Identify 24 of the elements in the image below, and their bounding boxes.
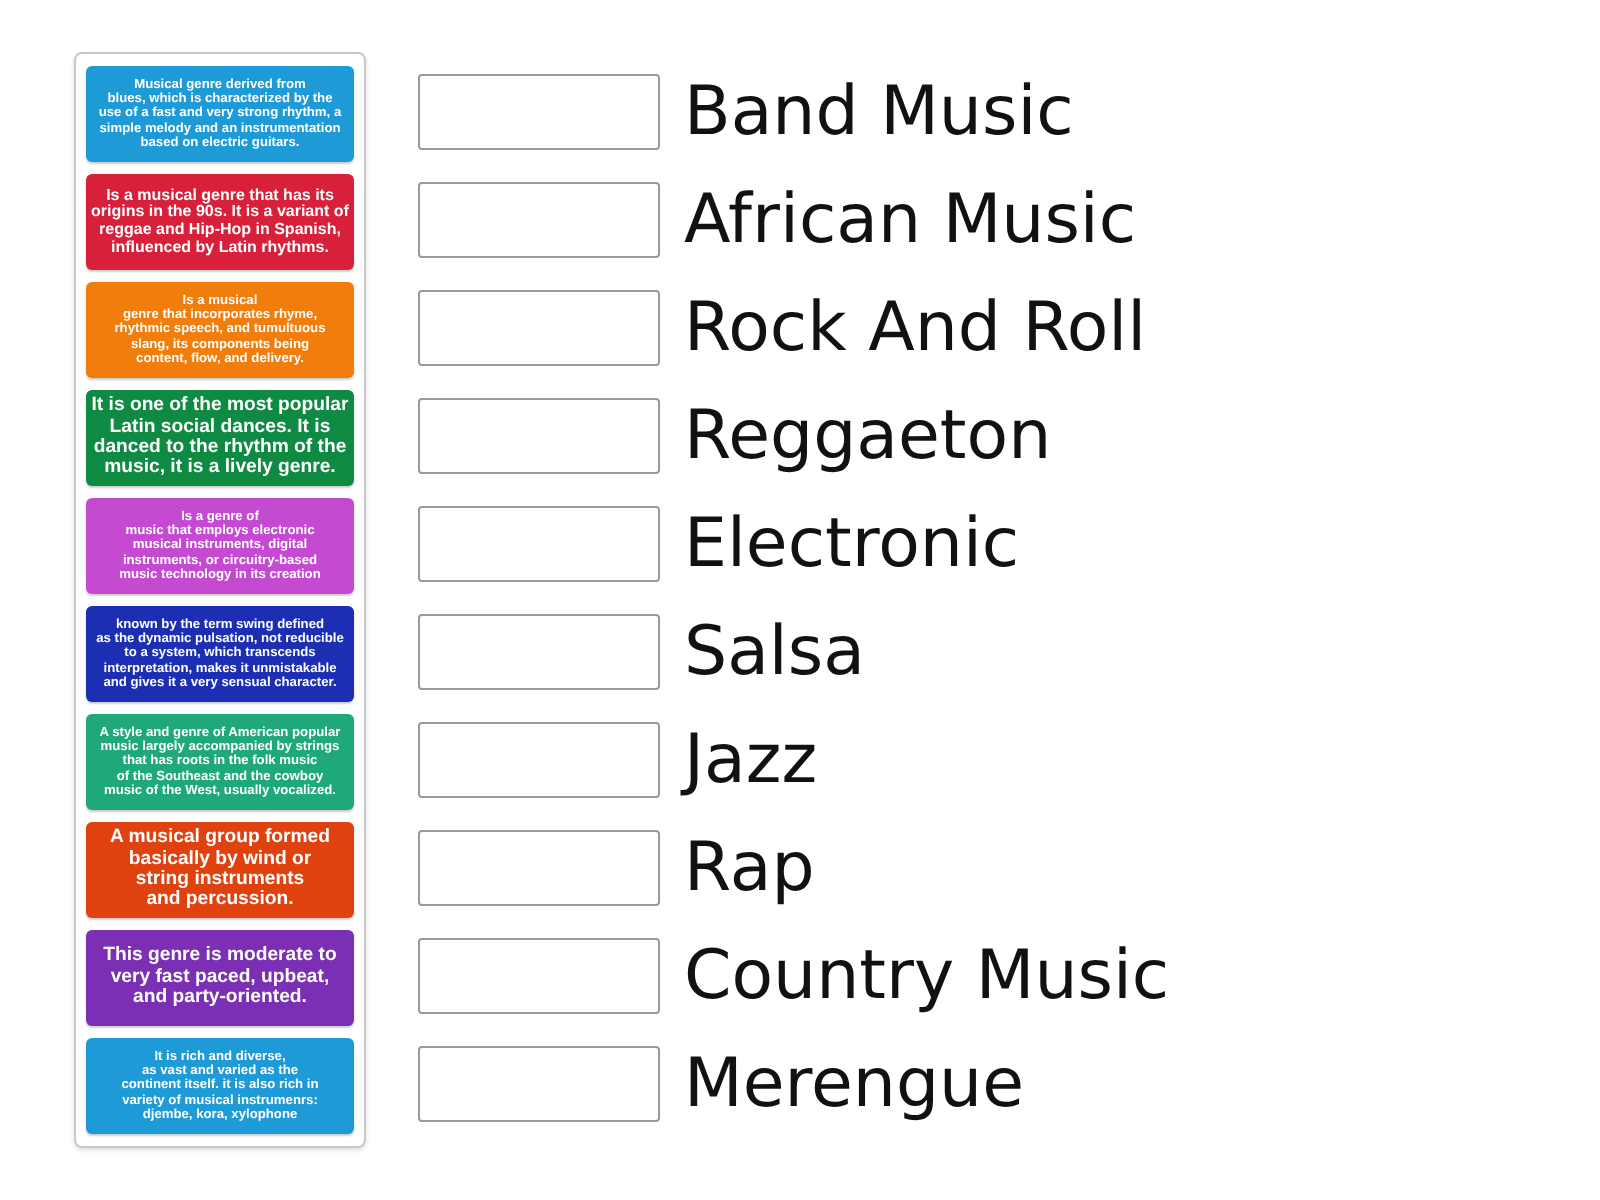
drop-box[interactable] <box>418 506 660 582</box>
answer-label: Band Music <box>684 72 1074 152</box>
answer-label: Reggaeton <box>684 396 1052 476</box>
answer-label: Jazz <box>684 720 818 800</box>
answer-label: Electronic <box>684 504 1020 584</box>
drop-box[interactable] <box>418 722 660 798</box>
clue-card[interactable]: This genre is moderate to very fast paced, upbeat, and party-oriented. <box>86 930 354 1026</box>
drop-box[interactable] <box>418 938 660 1014</box>
drop-box[interactable] <box>418 182 660 258</box>
answer-label: Rock And Roll <box>684 288 1147 368</box>
clue-card[interactable]: Is a musical genre that has its origins in the 90s. It is a variant of reggae and Hip-Hop in Spanish, influenced by Latin rhythms. <box>86 174 354 270</box>
drop-box[interactable] <box>418 398 660 474</box>
drop-box[interactable] <box>418 74 660 150</box>
drop-box[interactable] <box>418 830 660 906</box>
answer-label: Merengue <box>684 1044 1024 1124</box>
answer-label: Salsa <box>684 612 865 692</box>
drop-box[interactable] <box>418 290 660 366</box>
clue-card[interactable]: It is one of the most popular Latin social dances. It is danced to the rhythm of the music, it is a lively genre. <box>86 390 354 486</box>
answer-label: Country Music <box>684 936 1170 1016</box>
drop-box[interactable] <box>418 1046 660 1122</box>
drop-box[interactable] <box>418 614 660 690</box>
clue-card[interactable]: A musical group formed basically by wind or string instruments and percussion. <box>86 822 354 918</box>
answer-label: African Music <box>684 180 1137 260</box>
answer-label: Rap <box>684 828 815 908</box>
